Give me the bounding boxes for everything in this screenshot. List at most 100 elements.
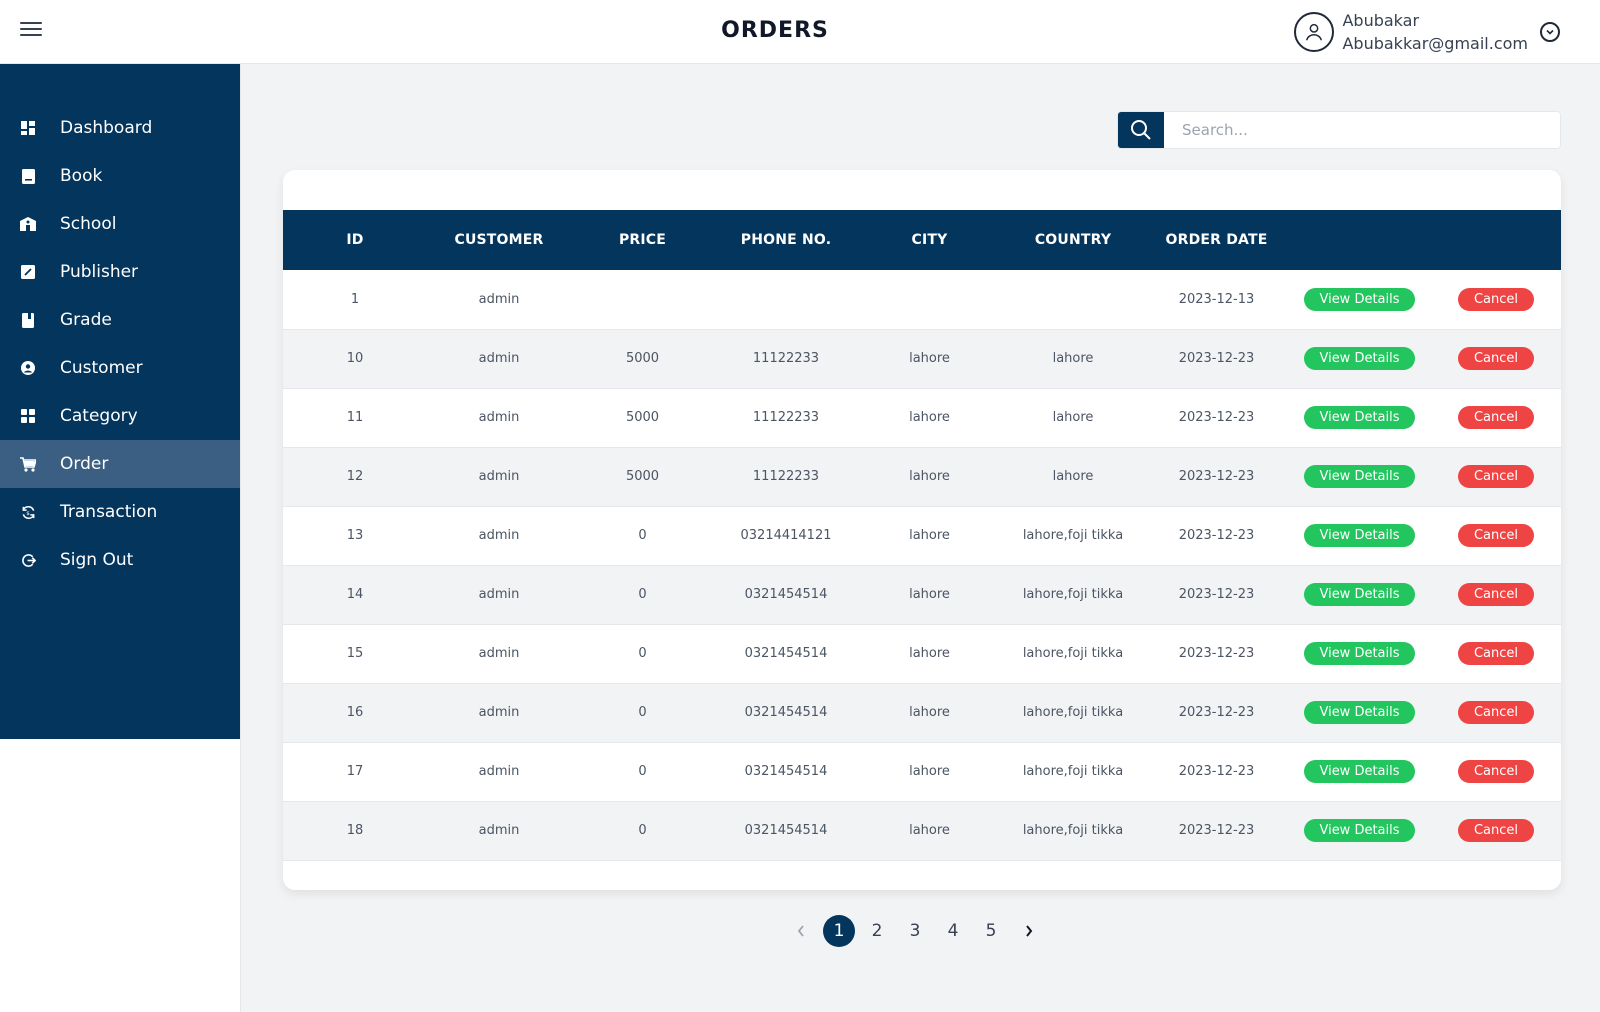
table-row: 11 admin 5000 11122233 lahore lahore 2023-12-2… <box>283 388 1561 447</box>
cell-price: 0 <box>638 705 647 720</box>
view-details-button[interactable]: View Details <box>1304 347 1415 370</box>
cell-view: View Details <box>1288 624 1431 683</box>
view-details-button[interactable]: View Details <box>1304 760 1415 783</box>
cell-cancel: Cancel <box>1431 388 1561 447</box>
cancel-button[interactable]: Cancel <box>1457 406 1535 429</box>
book-icon <box>20 168 36 184</box>
sidebar-item-category[interactable]: Category <box>0 392 240 440</box>
user-name: Abubakar <box>1342 11 1420 30</box>
view-details-button[interactable]: View Details <box>1304 701 1415 724</box>
user-menu[interactable]: Abubakar Abubakkar@gmail.com <box>1294 10 1560 54</box>
cancel-button[interactable]: Cancel <box>1457 819 1535 842</box>
cell-country: lahore,foji tikka <box>1022 823 1124 838</box>
cell-price: 0 <box>638 764 647 779</box>
view-details-button[interactable]: View Details <box>1304 524 1415 547</box>
view-details-button[interactable]: View Details <box>1304 406 1415 429</box>
cell-price: 0 <box>638 528 647 543</box>
search-input[interactable] <box>1164 112 1560 148</box>
cell-id: 17 <box>346 764 364 779</box>
sidebar-item-school[interactable]: School <box>0 200 240 248</box>
sidebar-item-label: Customer <box>60 358 143 378</box>
cell-price: 0 <box>638 823 647 838</box>
cell-price <box>571 270 714 329</box>
view-details-button[interactable]: View Details <box>1304 819 1415 842</box>
search-bar <box>1117 111 1561 149</box>
cancel-button[interactable]: Cancel <box>1457 642 1535 665</box>
page-button-5[interactable]: 5 <box>975 915 1007 947</box>
table-row: 17 admin 0 0321454514 lahore lahore,foji tikk… <box>283 742 1561 801</box>
cell-city: lahore <box>909 705 950 720</box>
table-row: 15 admin 0 0321454514 lahore lahore,foji tikk… <box>283 624 1561 683</box>
sidebar-item-label: School <box>60 214 117 234</box>
cell-id: 13 <box>346 528 364 543</box>
cell-phone: 0321454514 <box>744 646 828 661</box>
cell-phone: 11122233 <box>752 469 820 484</box>
cancel-button[interactable]: Cancel <box>1457 347 1535 370</box>
cell-city: lahore <box>909 823 950 838</box>
page-button-3[interactable]: 3 <box>899 915 931 947</box>
sidebar-item-dashboard[interactable]: Dashboard <box>0 104 240 152</box>
cell-id: 16 <box>346 705 364 720</box>
orders-table: ID CUSTOMER PRICE PHONE NO. CITY COUNTRY… <box>283 210 1561 861</box>
user-info: Abubakar Abubakkar@gmail.com <box>1342 9 1528 55</box>
sidebar-item-grade[interactable]: Grade <box>0 296 240 344</box>
cell-view: View Details <box>1288 506 1431 565</box>
cancel-button[interactable]: Cancel <box>1457 760 1535 783</box>
cell-view: View Details <box>1288 742 1431 801</box>
page-button-1[interactable]: 1 <box>823 915 855 947</box>
main-content: ID CUSTOMER PRICE PHONE NO. CITY COUNTRY… <box>240 64 1600 1012</box>
cell-price: 5000 <box>625 469 660 484</box>
cell-order-date: 2023-12-23 <box>1178 823 1255 838</box>
cell-phone: 11122233 <box>752 351 820 366</box>
cancel-button[interactable]: Cancel <box>1457 583 1535 606</box>
cell-phone: 0321454514 <box>744 587 828 602</box>
sidebar-item-label: Sign Out <box>60 550 134 570</box>
sidebar-item-customer[interactable]: Customer <box>0 344 240 392</box>
cell-price: 5000 <box>625 410 660 425</box>
table-row: 12 admin 5000 11122233 lahore lahore 2023-12-2… <box>283 447 1561 506</box>
orders-card: ID CUSTOMER PRICE PHONE NO. CITY COUNTRY… <box>283 170 1561 890</box>
chevron-down-icon[interactable] <box>1540 22 1560 42</box>
cancel-button[interactable]: Cancel <box>1457 524 1535 547</box>
customer-icon <box>20 360 36 376</box>
view-details-button[interactable]: View Details <box>1304 583 1415 606</box>
sidebar-item-publisher[interactable]: Publisher <box>0 248 240 296</box>
page-button-2[interactable]: 2 <box>861 915 893 947</box>
cancel-button[interactable]: Cancel <box>1457 287 1535 311</box>
chevron-right-icon <box>1026 925 1033 937</box>
table-row: 14 admin 0 0321454514 lahore lahore,foji tikk… <box>283 565 1561 624</box>
cell-city: lahore <box>909 469 950 484</box>
cell-cancel: Cancel <box>1431 506 1561 565</box>
column-header-country: COUNTRY <box>1034 232 1112 248</box>
sidebar-item-sign-out[interactable]: Sign Out <box>0 536 240 584</box>
cell-country: lahore <box>1052 351 1094 366</box>
cell-cancel: Cancel <box>1431 329 1561 388</box>
view-details-button[interactable]: View Details <box>1304 465 1415 488</box>
view-details-button[interactable]: View Details <box>1304 287 1415 311</box>
cell-order-date: 2023-12-23 <box>1178 764 1255 779</box>
table-row: 18 admin 0 0321454514 lahore lahore,foji tikk… <box>283 801 1561 860</box>
cell-cancel: Cancel <box>1431 270 1561 329</box>
table-row: 1 admin 2023-12-13 View Details Cancel <box>283 270 1561 329</box>
sidebar-item-order[interactable]: Order <box>0 440 240 488</box>
prev-page-button[interactable] <box>785 915 817 947</box>
cancel-button[interactable]: Cancel <box>1457 465 1535 488</box>
chevron-left-icon <box>797 925 804 937</box>
view-details-button[interactable]: View Details <box>1304 642 1415 665</box>
dashboard-icon <box>20 120 36 136</box>
table-row: 16 admin 0 0321454514 lahore lahore,foji tikk… <box>283 683 1561 742</box>
cell-phone: 03214414121 <box>740 528 832 543</box>
top-bar: ORDERS Abubakar Abubakkar@gmail.com <box>0 0 1600 64</box>
column-header-phone: PHONE NO. <box>740 232 832 248</box>
column-header-id: ID <box>346 232 364 248</box>
page-button-4[interactable]: 4 <box>937 915 969 947</box>
cancel-button[interactable]: Cancel <box>1457 701 1535 724</box>
sidebar-item-book[interactable]: Book <box>0 152 240 200</box>
cell-customer: admin <box>478 291 520 307</box>
sidebar-item-transaction[interactable]: $ Transaction <box>0 488 240 536</box>
cell-id: 10 <box>346 351 364 366</box>
search-button[interactable] <box>1118 112 1164 148</box>
next-page-button[interactable] <box>1013 915 1045 947</box>
sidebar-item-label: Category <box>60 406 138 426</box>
sidebar-item-label: Order <box>60 454 109 474</box>
